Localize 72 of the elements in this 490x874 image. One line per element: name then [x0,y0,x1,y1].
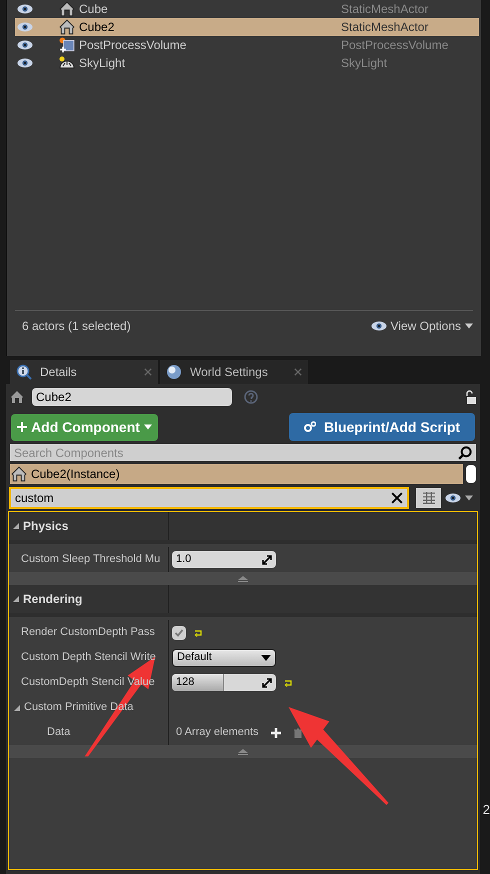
details-search-field[interactable]: custom [9,487,409,509]
caret-icon [144,424,152,430]
cube-volume-icon [59,37,75,53]
category-title[interactable]: Physics [23,517,68,535]
actor-type: StaticMeshActor [341,19,428,36]
panel-tab[interactable]: Details [10,360,158,384]
house-icon [11,466,27,482]
eye-icon[interactable] [17,3,33,15]
outliner-row[interactable]: Cube2 StaticMeshActor [15,18,479,36]
array-count: 0 Array elements [176,725,259,740]
outliner-row[interactable]: PostProcessVolume PostProcessVolume [15,36,479,54]
padlock-icon[interactable] [464,390,476,404]
dropdown[interactable]: Default [172,648,276,666]
list-view-button[interactable] [416,488,441,508]
collapse-arrow-icon[interactable] [237,576,249,582]
caret-icon [465,322,473,328]
panel-tab[interactable]: World Settings [160,360,308,384]
actor-type: SkyLight [341,55,388,72]
house-icon [10,390,24,404]
actor-name: PostProcessVolume [79,37,188,54]
number-field[interactable]: 1.0 [172,551,276,568]
actor-name: Cube [79,1,109,18]
expand-triangle-icon[interactable] [13,523,19,529]
slider-field[interactable]: 128 [172,674,276,691]
search-icon [458,446,472,460]
gears-icon [304,421,316,433]
eye-icon[interactable] [370,320,387,330]
actor-type: PostProcessVolume [341,37,448,54]
sky-dome-icon [59,55,75,71]
add-component-button[interactable]: Add Component [11,414,158,440]
view-options-button[interactable]: View Options [370,316,473,334]
eye-icon[interactable] [17,57,33,69]
property-label: Custom Sleep Threshold Mu [21,552,160,568]
drag-arrows-icon [262,678,272,688]
actor-name-field[interactable]: Cube2 [32,388,232,406]
plus-icon [17,422,28,432]
eye-icon[interactable] [17,21,33,33]
caret-icon[interactable] [465,495,473,501]
component-row[interactable]: Cube2(Instance) [10,464,463,484]
property-label: Custom Depth Stencil Write [21,650,156,666]
trash-icon[interactable] [292,728,303,738]
reset-arrow-icon[interactable] [284,678,294,686]
plus-icon[interactable] [270,728,281,738]
close-icon[interactable] [294,368,302,376]
category-title[interactable]: Rendering [23,590,82,608]
expand-triangle-icon[interactable] [14,704,20,710]
property-label: Data [46,725,70,740]
eye-icon[interactable] [445,492,461,504]
eye-icon[interactable] [17,39,33,51]
property-label: Render CustomDepth Pass [21,625,155,640]
info-magnifier-icon [16,364,32,380]
clear-icon[interactable] [391,492,403,504]
collapse-arrow-icon[interactable] [237,748,249,754]
blueprint-button[interactable]: Blueprint/Add Script [289,413,475,441]
outliner-row[interactable]: SkyLight SkyLight [15,54,479,72]
globe-icon [166,364,182,380]
outliner-row[interactable]: Cube StaticMeshActor [15,0,479,18]
caret-icon [261,654,271,660]
grid-icon [422,492,434,504]
reset-arrow-icon[interactable] [194,628,204,636]
actor-count: 6 actors (1 selected) [21,318,131,334]
close-icon[interactable] [144,368,152,376]
drag-arrows-icon [262,554,272,564]
actor-type: StaticMeshActor [341,1,428,18]
scrollbar-thumb[interactable] [466,465,476,483]
actor-name: SkyLight [79,55,126,72]
actor-name: Cube2 [79,19,116,36]
expand-triangle-icon[interactable] [13,596,19,602]
checkbox[interactable] [172,626,186,640]
edge-label: 2 [482,801,490,819]
house-icon [59,19,75,35]
house-icon [59,1,75,17]
